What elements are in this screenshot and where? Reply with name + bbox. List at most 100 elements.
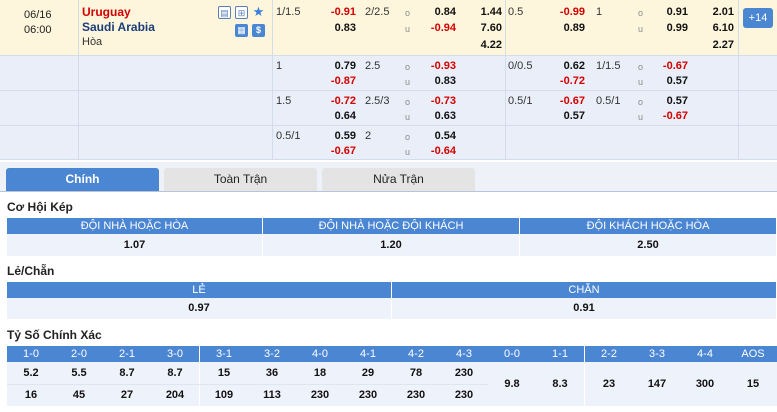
odd-even-grid: LẺ CHẴN 0.97 0.91 [7, 282, 777, 319]
ht-over-label: o [638, 62, 644, 72]
cs-odds-home-3-0[interactable]: 8.7 [151, 362, 200, 384]
grid-icon[interactable]: ⊞ [235, 6, 248, 19]
oe-header-even: CHẴN [392, 282, 777, 298]
dollar-icon[interactable]: $ [252, 24, 265, 37]
ft-1x2-home[interactable]: 1.44 [466, 5, 502, 19]
dc-odds-home-away[interactable]: 1.20 [263, 234, 520, 256]
ht-over-odds[interactable]: 0.57 [650, 94, 688, 108]
cs-odds-draw-4-4[interactable]: 300 [681, 362, 730, 406]
ft-handicap-away[interactable]: 0.64 [318, 109, 356, 123]
ft-ou-line: 2.5/3 [365, 95, 390, 107]
ft-under-odds[interactable]: -0.94 [418, 21, 456, 35]
ht-1x2-draw[interactable]: 2.27 [698, 38, 734, 52]
ht-handicap-home[interactable]: -0.67 [547, 94, 585, 108]
oe-odds-odd[interactable]: 0.97 [7, 298, 392, 319]
star-icon[interactable]: ★ [252, 5, 265, 18]
ht-under-odds[interactable]: 0.57 [650, 74, 688, 88]
cs-odds-home-3-1[interactable]: 15 [200, 362, 249, 384]
ht-handicap-home[interactable]: 0.62 [547, 59, 585, 73]
ht-under-label: u [638, 112, 644, 122]
ft-handicap-away[interactable]: -0.67 [318, 144, 356, 158]
ft-handicap-home[interactable]: -0.91 [318, 5, 356, 19]
tab-toan-tran[interactable]: Toàn Trận [164, 168, 317, 191]
away-team[interactable]: Saudi Arabia [82, 20, 155, 34]
cs-odds-home-2-1[interactable]: 8.7 [103, 362, 152, 384]
ft-over-odds[interactable]: -0.93 [418, 59, 456, 73]
ht-over-odds[interactable]: -0.67 [650, 59, 688, 73]
odd-even-title: Lẻ/Chẵn [7, 264, 55, 278]
more-markets-button[interactable]: +14 [743, 8, 773, 28]
cs-header-3-3: 3-3 [633, 346, 682, 362]
calendar-icon[interactable]: ▦ [235, 24, 248, 37]
ft-handicap-line: 1/1.5 [276, 6, 301, 18]
cs-odds-home-4-1[interactable]: 29 [344, 362, 393, 384]
cs-odds-draw-0-0[interactable]: 9.8 [488, 362, 537, 406]
cs-odds-away-4-3[interactable]: 230 [440, 384, 489, 406]
dc-odds-home-draw[interactable]: 1.07 [7, 234, 263, 256]
ft-handicap-home[interactable]: 0.79 [318, 59, 356, 73]
ht-handicap-away[interactable]: -0.72 [547, 74, 585, 88]
ht-handicap-away[interactable]: 0.57 [547, 109, 585, 123]
ht-handicap-away[interactable]: 0.89 [547, 21, 585, 35]
dc-odds-away-draw[interactable]: 2.50 [520, 234, 777, 256]
dc-header-home-draw: ĐỘI NHÀ HOẶC HÒA [7, 218, 263, 234]
cs-odds-home-4-0[interactable]: 18 [296, 362, 345, 384]
tab-nua-tran[interactable]: Nửa Trận [322, 168, 475, 191]
ht-handicap-line: 0/0.5 [508, 60, 533, 72]
cs-odds-draw-1-1[interactable]: 8.3 [536, 362, 585, 406]
cs-odds-away-3-1[interactable]: 109 [200, 384, 249, 406]
odds-row: 0.5/1 0.59 -0.67 2 o u 0.54 -0.64 [0, 126, 777, 160]
ft-handicap-away[interactable]: -0.87 [318, 74, 356, 88]
ft-1x2-away[interactable]: 7.60 [466, 21, 502, 35]
ft-handicap-home[interactable]: 0.59 [318, 129, 356, 143]
ht-1x2-home[interactable]: 2.01 [698, 5, 734, 19]
cs-odds-home-4-2[interactable]: 78 [392, 362, 441, 384]
cs-odds-away-4-1[interactable]: 230 [344, 384, 393, 406]
home-team[interactable]: Uruguay [82, 5, 131, 19]
cs-odds-away-3-0[interactable]: 204 [151, 384, 200, 406]
ht-handicap-line: 0.5/1 [508, 95, 533, 107]
ht-under-odds[interactable]: -0.67 [650, 109, 688, 123]
cs-odds-home-4-3[interactable]: 230 [440, 362, 489, 384]
cs-header-4-3: 4-3 [440, 346, 489, 362]
ft-over-odds[interactable]: -0.73 [418, 94, 456, 108]
ht-over-odds[interactable]: 0.91 [650, 5, 688, 19]
cs-odds-away-3-2[interactable]: 113 [248, 384, 297, 406]
cs-odds-away-2-0[interactable]: 45 [55, 384, 104, 406]
cs-header-3-2: 3-2 [248, 346, 297, 362]
cs-odds-away-2-1[interactable]: 27 [103, 384, 152, 406]
ht-1x2-away[interactable]: 6.10 [698, 21, 734, 35]
ht-handicap-home[interactable]: -0.99 [547, 5, 585, 19]
cs-odds-home-1-0[interactable]: 5.2 [7, 362, 56, 384]
document-icon[interactable]: ▤ [218, 6, 231, 19]
ft-over-odds[interactable]: 0.84 [418, 5, 456, 19]
cs-odds-away-1-0[interactable]: 16 [7, 384, 56, 406]
match-time: 06:00 [24, 24, 52, 36]
ft-over-label: o [405, 97, 411, 107]
oe-odds-even[interactable]: 0.91 [392, 298, 777, 319]
cs-odds-draw-AOS[interactable]: 15 [729, 362, 777, 406]
ft-handicap-home[interactable]: -0.72 [318, 94, 356, 108]
cs-odds-away-4-0[interactable]: 230 [296, 384, 345, 406]
ft-handicap-line: 1.5 [276, 95, 292, 107]
double-chance-grid: ĐỘI NHÀ HOẶC HÒA ĐỘI NHÀ HOẶC ĐỘI KHÁCH … [7, 218, 777, 256]
tab-chinh[interactable]: Chính [6, 168, 159, 191]
ft-under-odds[interactable]: 0.63 [418, 109, 456, 123]
ft-1x2-draw[interactable]: 4.22 [466, 38, 502, 52]
cs-header-4-0: 4-0 [296, 346, 345, 362]
ft-handicap-line: 0.5/1 [276, 130, 301, 142]
ft-under-label: u [405, 24, 411, 34]
ht-over-label: o [638, 97, 644, 107]
cs-odds-draw-3-3[interactable]: 147 [633, 362, 682, 406]
cs-odds-home-3-2[interactable]: 36 [248, 362, 297, 384]
cs-odds-draw-2-2[interactable]: 23 [585, 362, 634, 406]
ft-over-odds[interactable]: 0.54 [418, 129, 456, 143]
ft-under-odds[interactable]: -0.64 [418, 144, 456, 158]
cs-odds-away-4-2[interactable]: 230 [392, 384, 441, 406]
cs-header-4-4: 4-4 [681, 346, 730, 362]
ft-under-odds[interactable]: 0.83 [418, 74, 456, 88]
ft-handicap-away[interactable]: 0.83 [318, 21, 356, 35]
ht-under-odds[interactable]: 0.99 [650, 21, 688, 35]
cs-odds-home-2-0[interactable]: 5.5 [55, 362, 104, 384]
ht-ou-line: 1 [596, 6, 603, 18]
